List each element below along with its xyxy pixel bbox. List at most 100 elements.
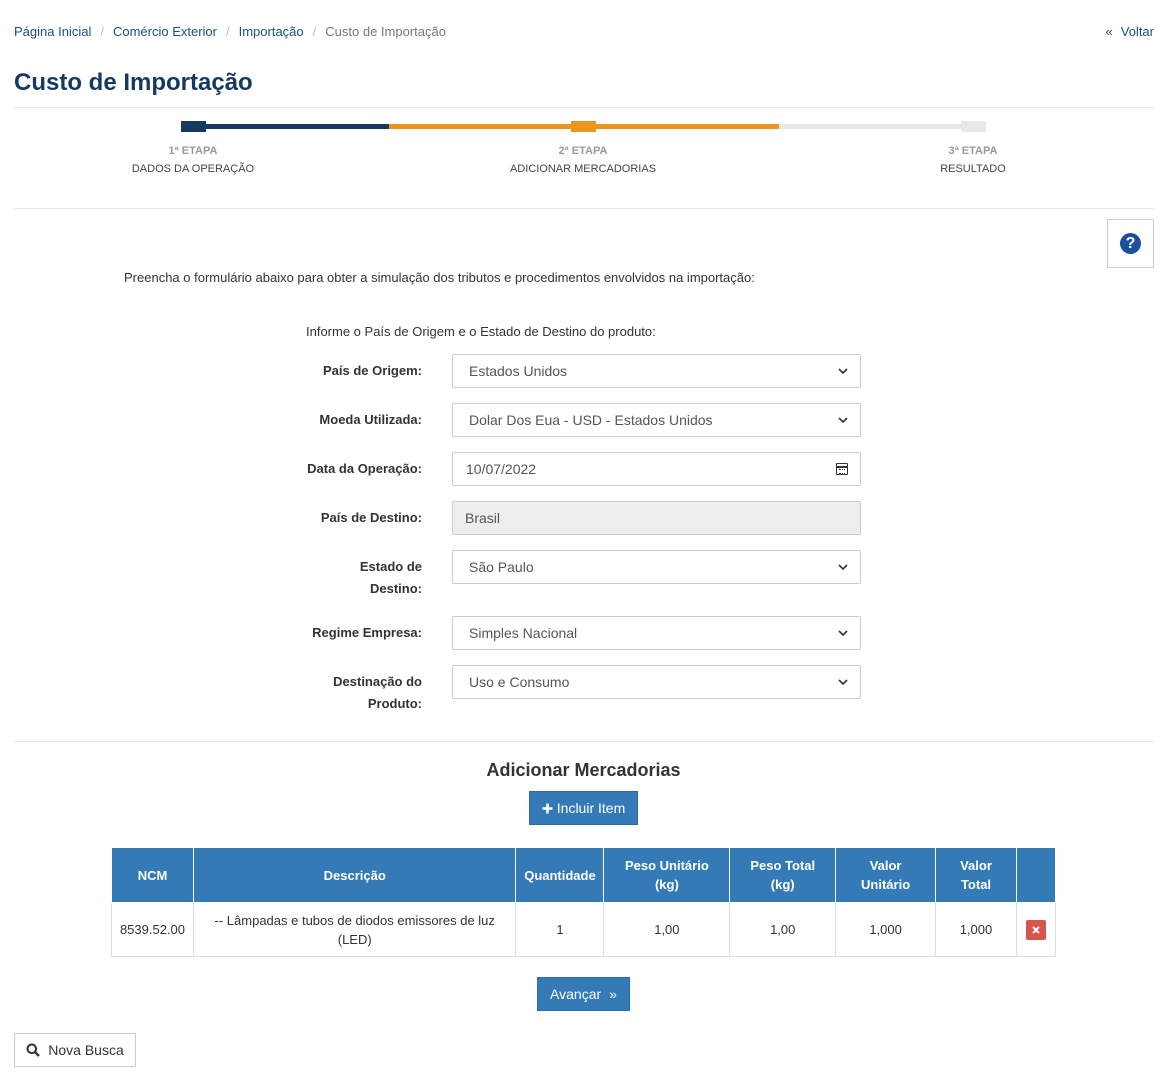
cell-actions xyxy=(1015,902,1057,957)
intro-text: Preencha o formulário abaixo para obter … xyxy=(124,270,755,285)
header-line: (kg) xyxy=(770,877,795,892)
step-progress-pending xyxy=(779,124,973,129)
double-chevron-right-icon: » xyxy=(609,986,617,1002)
breadcrumb: Página Inicial / Comércio Exterior / Imp… xyxy=(14,24,446,39)
items-table: NCM Descrição Quantidade Peso Unitário (k… xyxy=(111,847,1057,957)
double-chevron-left-icon: « xyxy=(1105,24,1113,39)
col-header-actions xyxy=(1015,847,1057,903)
header-line: Valor xyxy=(869,858,902,873)
table-row: 8539.52.00 -- Lâmpadas e tubos de diodos… xyxy=(111,902,1057,957)
cell-ncm: 8539.52.00 xyxy=(111,902,194,957)
step-3: 3ª ETAPA RESULTADO xyxy=(873,142,1073,178)
chevron-down-icon xyxy=(838,368,848,375)
step-2: 2ª ETAPA ADICIONAR MERCADORIAS xyxy=(483,142,683,178)
header-line: Peso Total xyxy=(750,858,816,873)
origem-select[interactable]: Estados Unidos xyxy=(452,354,861,388)
moeda-label: Moeda Utilizada: xyxy=(319,412,422,427)
new-search-button[interactable]: Nova Busca xyxy=(14,1033,136,1067)
info-text: Informe o País de Origem e o Estado de D… xyxy=(306,324,656,339)
search-icon xyxy=(26,1043,41,1057)
cell-peso-total: 1,00 xyxy=(729,902,837,957)
col-header-descricao: Descrição xyxy=(192,847,517,903)
estado-label-line2: Destino: xyxy=(370,581,422,596)
destinacao-label-line1: Destinação do xyxy=(333,674,422,689)
divider xyxy=(14,208,1154,209)
breadcrumb-link-comercio-exterior[interactable]: Comércio Exterior xyxy=(113,24,217,39)
origem-label: País de Origem: xyxy=(323,363,422,378)
back-link[interactable]: « Voltar xyxy=(1106,24,1154,39)
estado-label: Estado de Destino: xyxy=(292,556,422,600)
chevron-down-icon xyxy=(838,679,848,686)
new-search-label: Nova Busca xyxy=(48,1042,124,1058)
page-title: Custo de Importação xyxy=(14,69,253,96)
table-header-row: NCM Descrição Quantidade Peso Unitário (k… xyxy=(111,847,1057,903)
col-header-valor-total: Valor Total xyxy=(935,847,1017,903)
header-line: Peso Unitário xyxy=(624,858,709,873)
header-line: Valor xyxy=(960,858,992,873)
regime-label: Regime Empresa: xyxy=(312,625,422,640)
data-operacao-value: 10/07/2022 xyxy=(466,461,537,477)
next-button-label: Avançar xyxy=(550,986,602,1002)
breadcrumb-separator: / xyxy=(225,24,230,39)
step-number: 2ª ETAPA xyxy=(558,145,608,157)
destino-input: Brasil xyxy=(452,501,861,535)
destinacao-select[interactable]: Uso e Consumo xyxy=(452,665,861,699)
estado-select[interactable]: São Paulo xyxy=(452,550,861,584)
data-operacao-input[interactable]: 10/07/2022 xyxy=(452,452,861,486)
step-number: 1ª ETAPA xyxy=(168,145,218,157)
cell-peso-unitario: 1,00 xyxy=(603,902,731,957)
close-icon xyxy=(1032,925,1040,934)
cell-descricao: -- Lâmpadas e tubos de diodos emissores … xyxy=(192,902,517,957)
cell-quantidade: 1 xyxy=(515,902,605,957)
back-link-label: Voltar xyxy=(1120,24,1154,39)
header-line: Total xyxy=(960,877,992,892)
step-marker-2 xyxy=(571,121,596,132)
estado-label-line1: Estado de xyxy=(359,559,422,574)
step-marker-3 xyxy=(961,121,986,132)
step-title: RESULTADO xyxy=(940,163,1006,175)
breadcrumb-separator: / xyxy=(100,24,104,39)
next-button[interactable]: Avançar » xyxy=(537,977,630,1011)
chevron-down-icon xyxy=(838,630,848,637)
col-header-peso-unitario: Peso Unitário (kg) xyxy=(603,847,731,903)
step-marker-1 xyxy=(181,121,206,132)
regime-select[interactable]: Simples Nacional xyxy=(452,616,861,650)
breadcrumb-separator: / xyxy=(312,24,317,39)
divider xyxy=(14,107,1154,108)
add-item-label: Incluir Item xyxy=(556,800,626,816)
question-circle-icon: ? xyxy=(1120,233,1141,254)
destinacao-label: Destinação do Produto: xyxy=(292,671,422,715)
moeda-select[interactable]: Dolar Dos Eua - USD - Estados Unidos xyxy=(452,403,861,437)
chevron-down-icon xyxy=(838,564,848,571)
breadcrumb-link-importacao[interactable]: Importação xyxy=(239,24,304,39)
header-line: Unitário xyxy=(861,877,911,892)
add-item-button[interactable]: Incluir Item xyxy=(529,791,638,825)
step-1: 1ª ETAPA DADOS DA OPERAÇÃO xyxy=(93,142,293,178)
step-title: ADICIONAR MERCADORIAS xyxy=(509,163,657,175)
col-header-valor-unitario: Valor Unitário xyxy=(835,847,937,903)
destino-label: País de Destino: xyxy=(320,510,422,525)
help-button[interactable]: ? xyxy=(1107,219,1154,268)
calendar-icon[interactable] xyxy=(836,463,848,475)
step-title: DADOS DA OPERAÇÃO xyxy=(131,163,255,175)
moeda-select-value: Dolar Dos Eua - USD - Estados Unidos xyxy=(469,412,713,428)
cell-valor-total: 1,000 xyxy=(935,902,1017,957)
breadcrumb-current: Custo de Importação xyxy=(325,24,446,39)
origem-select-value: Estados Unidos xyxy=(469,363,568,379)
step-number: 3ª ETAPA xyxy=(948,145,998,157)
destino-value: Brasil xyxy=(465,510,501,526)
destinacao-label-line2: Produto: xyxy=(367,696,422,711)
breadcrumb-link-home[interactable]: Página Inicial xyxy=(14,24,91,39)
data-label: Data da Operação: xyxy=(307,461,422,476)
chevron-down-icon xyxy=(838,417,848,424)
step-progress-done xyxy=(193,124,389,129)
col-header-peso-total: Peso Total (kg) xyxy=(729,847,837,903)
delete-item-button[interactable] xyxy=(1025,919,1046,940)
header-line: (kg) xyxy=(654,877,679,892)
divider xyxy=(14,741,1154,742)
section-title: Adicionar Mercadorias xyxy=(486,760,681,780)
regime-select-value: Simples Nacional xyxy=(469,625,578,641)
cell-valor-unitario: 1,000 xyxy=(835,902,937,957)
col-header-ncm: NCM xyxy=(111,847,194,903)
destinacao-select-value: Uso e Consumo xyxy=(469,674,570,690)
